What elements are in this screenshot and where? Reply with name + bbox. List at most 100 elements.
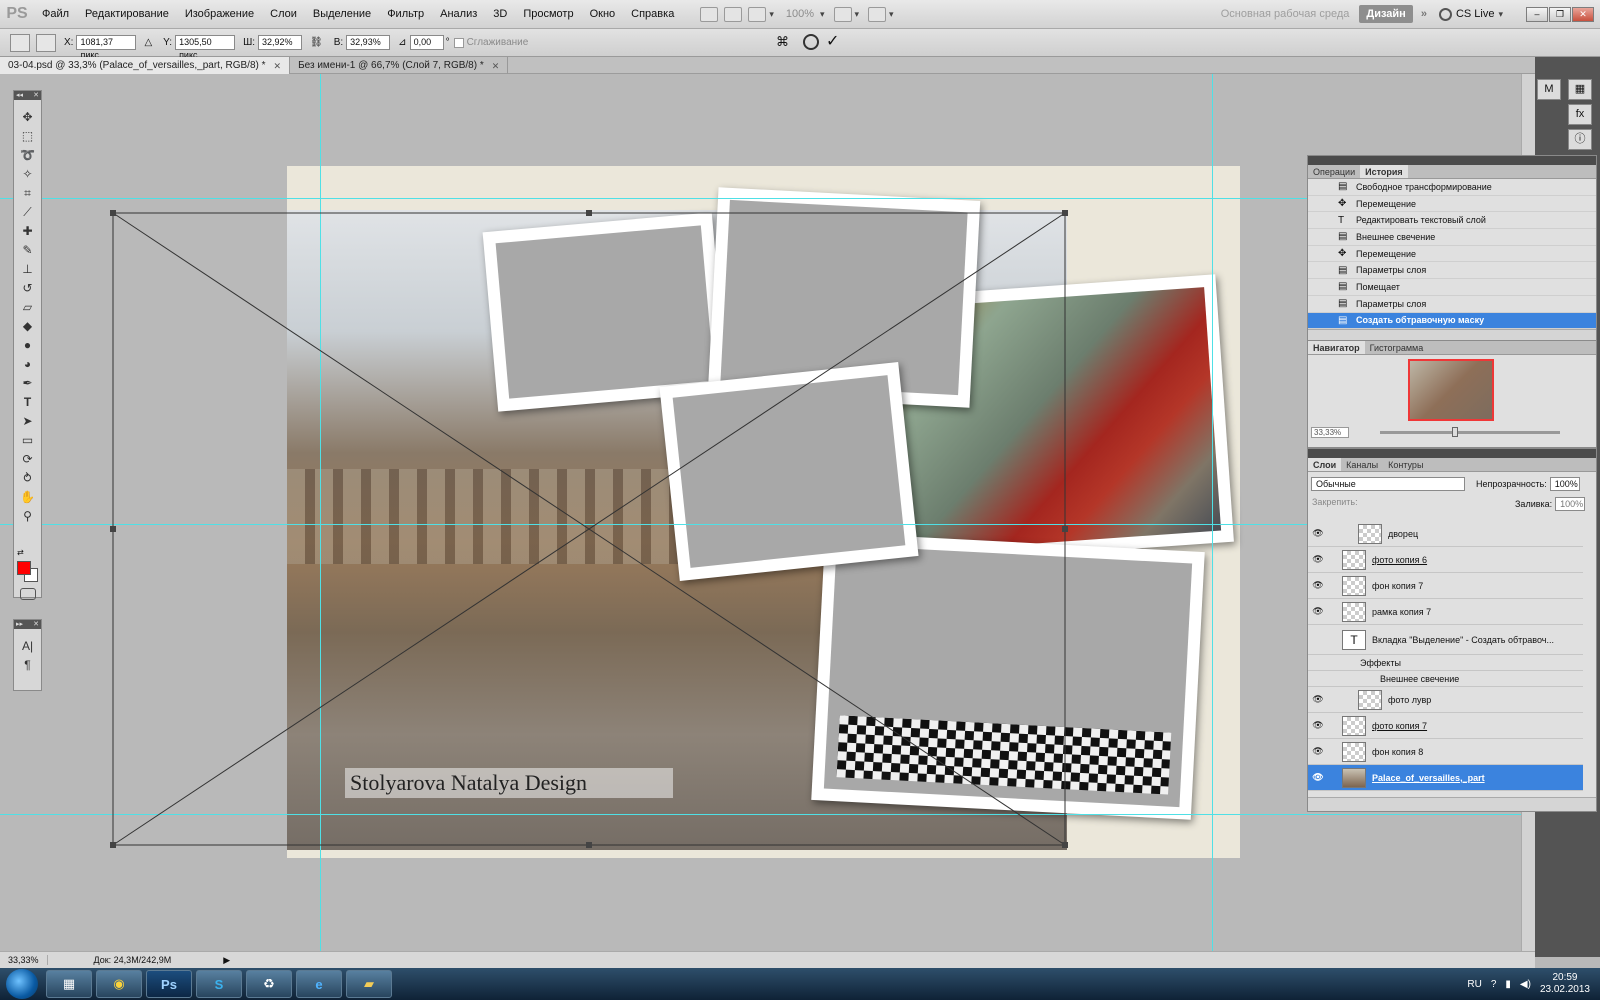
menu-analysis[interactable]: Анализ xyxy=(432,8,485,20)
tab-document-1[interactable]: 03-04.psd @ 33,3% (Palace_of_versailles,… xyxy=(0,57,291,74)
minibridge-icon[interactable] xyxy=(724,6,743,22)
history-item[interactable]: T Редактировать текстовый слой xyxy=(1308,212,1596,230)
visibility-eye-icon[interactable]: 👁 xyxy=(1308,720,1328,731)
chevron-down-icon[interactable]: ▾ xyxy=(855,9,860,20)
chevron-down-icon[interactable]: ▾ xyxy=(769,9,774,20)
workspace-design[interactable]: Дизайн xyxy=(1359,5,1413,23)
menu-help[interactable]: Справка xyxy=(623,8,682,20)
quick-select-tool-icon[interactable]: ✧ xyxy=(15,165,40,184)
lasso-tool-icon[interactable]: ➰ xyxy=(15,146,40,165)
width-field[interactable]: 32,92% xyxy=(258,35,303,50)
taskbar-calculator[interactable]: ▦ xyxy=(46,970,92,998)
taskbar-app[interactable]: ♻ xyxy=(246,970,292,998)
reference-point-icon[interactable] xyxy=(36,33,56,52)
status-menu-arrow[interactable]: ▶ xyxy=(223,955,230,966)
extras-icon[interactable] xyxy=(748,6,767,22)
y-field[interactable]: 1305,50 пикс xyxy=(175,35,236,60)
menu-view[interactable]: Просмотр xyxy=(515,8,581,20)
history-item[interactable]: ▤ Свободное трансформирование xyxy=(1308,179,1596,196)
history-item[interactable]: ▤ Внешнее свечение xyxy=(1308,229,1596,246)
info-panel-icon[interactable]: ⓘ xyxy=(1568,129,1592,150)
bridge-icon[interactable] xyxy=(700,6,719,22)
status-doc-size[interactable]: Док: 24,3M/242,9M xyxy=(48,955,172,965)
close-icon[interactable]: ✕ xyxy=(274,58,282,74)
brush-tool-icon[interactable]: ✎ xyxy=(15,241,40,260)
menu-file[interactable]: Файл xyxy=(34,8,77,20)
menu-edit[interactable]: Редактирование xyxy=(77,8,177,20)
menu-select[interactable]: Выделение xyxy=(305,8,379,20)
layer-row[interactable]: 👁 фото лувр xyxy=(1308,687,1583,713)
pen-tool-icon[interactable]: ✒ xyxy=(15,374,40,393)
eraser-tool-icon[interactable]: ▱ xyxy=(15,298,40,317)
canvas-area[interactable]: Stolyarova Natalya Design xyxy=(0,74,1535,951)
dodge-tool-icon[interactable]: ◕ xyxy=(15,355,40,374)
visibility-eye-icon[interactable]: 👁 xyxy=(1308,606,1328,617)
shape-tool-icon[interactable]: ▭ xyxy=(15,431,40,450)
healing-tool-icon[interactable]: ✚ xyxy=(15,222,40,241)
taskbar-chrome[interactable]: ◉ xyxy=(96,970,142,998)
minibridge-panel-icon[interactable]: M xyxy=(1537,79,1561,100)
link-icon[interactable]: ⛓ xyxy=(310,37,323,48)
visibility-eye-icon[interactable]: 👁 xyxy=(1308,580,1328,591)
collapse-icon[interactable]: ◂◂ xyxy=(16,91,23,100)
commit-transform-button[interactable]: ✓ xyxy=(826,31,839,51)
layer-row-selected[interactable]: 👁 Palace_of_versailles,_part xyxy=(1308,765,1583,791)
visibility-eye-icon[interactable]: 👁 xyxy=(1308,528,1328,539)
navigator-zoom-slider[interactable] xyxy=(1380,431,1560,434)
tab-history[interactable]: История xyxy=(1360,165,1408,178)
history-item-selected[interactable]: ▤ Создать обтравочную маску xyxy=(1308,312,1596,330)
history-item[interactable]: ✥ Перемещение xyxy=(1308,196,1596,213)
layer-row[interactable]: 👁 фон копия 8 xyxy=(1308,739,1583,765)
text-tool-icon[interactable]: T xyxy=(15,393,40,412)
angle-field[interactable]: 0,00 xyxy=(409,35,444,50)
tab-navigator[interactable]: Навигатор xyxy=(1308,341,1365,354)
close-icon[interactable]: ✕ xyxy=(33,620,39,629)
taskbar-explorer[interactable]: ▰ xyxy=(346,970,392,998)
visibility-eye-icon[interactable]: 👁 xyxy=(1308,694,1328,705)
x-field[interactable]: 1081,37 пикс xyxy=(76,35,137,60)
chevron-down-icon[interactable]: ▾ xyxy=(889,9,894,20)
tab-channels[interactable]: Каналы xyxy=(1341,458,1383,471)
maximize-button[interactable]: ❐ xyxy=(1549,6,1571,22)
history-item[interactable]: ▤ Помещает xyxy=(1308,279,1596,296)
menu-filter[interactable]: Фильтр xyxy=(379,8,432,20)
cslive-button[interactable]: CS Live ▾ xyxy=(1438,7,1509,21)
visibility-eye-icon[interactable]: 👁 xyxy=(1308,554,1328,565)
blend-mode-select[interactable]: Обычные xyxy=(1311,477,1465,491)
collapse-icon[interactable]: ▸▸ xyxy=(16,620,23,629)
tab-layers[interactable]: Слои xyxy=(1308,458,1342,471)
layer-row[interactable]: 👁 фон копия 7 xyxy=(1308,573,1583,599)
taskbar-photoshop[interactable]: Ps xyxy=(146,970,192,998)
network-icon[interactable]: ▮ xyxy=(1505,979,1511,990)
tab-paths[interactable]: Контуры xyxy=(1383,458,1428,471)
character-panel-icon[interactable]: A| xyxy=(15,637,40,656)
blur-tool-icon[interactable]: ● xyxy=(15,336,40,355)
menu-window[interactable]: Окно xyxy=(582,8,624,20)
fill-field[interactable]: 100% xyxy=(1555,497,1586,511)
hand-tool-icon[interactable]: ✋ xyxy=(15,488,40,507)
clock[interactable]: 20:59 23.02.2013 xyxy=(1540,972,1590,996)
path-select-tool-icon[interactable]: ➤ xyxy=(15,412,40,431)
history-item[interactable]: ▤ Параметры слоя xyxy=(1308,262,1596,280)
cancel-transform-button[interactable] xyxy=(803,34,819,50)
history-brush-tool-icon[interactable]: ↺ xyxy=(15,279,40,298)
foreground-color-swatch[interactable] xyxy=(17,561,31,575)
layer-row[interactable]: 👁 дворец xyxy=(1308,521,1583,547)
history-item[interactable]: ✥ Перемещение xyxy=(1308,246,1596,263)
3d-rotate-tool-icon[interactable]: ⟳ xyxy=(15,450,40,469)
layer-effects-row[interactable]: Эффекты xyxy=(1308,655,1583,671)
paragraph-panel-icon[interactable]: ¶ xyxy=(15,656,40,675)
layer-row[interactable]: 👁 рамка копия 7 xyxy=(1308,599,1583,625)
navigator-zoom-handle[interactable] xyxy=(1452,427,1458,437)
menu-image[interactable]: Изображение xyxy=(177,8,262,20)
layer-effect-item[interactable]: Внешнее свечение xyxy=(1308,671,1583,687)
help-icon[interactable]: ? xyxy=(1491,979,1497,990)
swatches-panel-icon[interactable]: ▦ xyxy=(1568,79,1592,100)
visibility-eye-icon[interactable]: 👁 xyxy=(1308,746,1328,757)
3d-orbit-tool-icon[interactable]: ⥁ xyxy=(15,469,40,488)
stamp-tool-icon[interactable]: ⊥ xyxy=(15,260,40,279)
layer-row-text[interactable]: T Вкладка "Выделение" - Создать обтравоч.… xyxy=(1308,625,1583,655)
swap-colors-icon[interactable]: ⇄ xyxy=(17,548,24,557)
opacity-field[interactable]: 100% xyxy=(1549,477,1580,491)
taskbar-ie[interactable]: e xyxy=(296,970,342,998)
